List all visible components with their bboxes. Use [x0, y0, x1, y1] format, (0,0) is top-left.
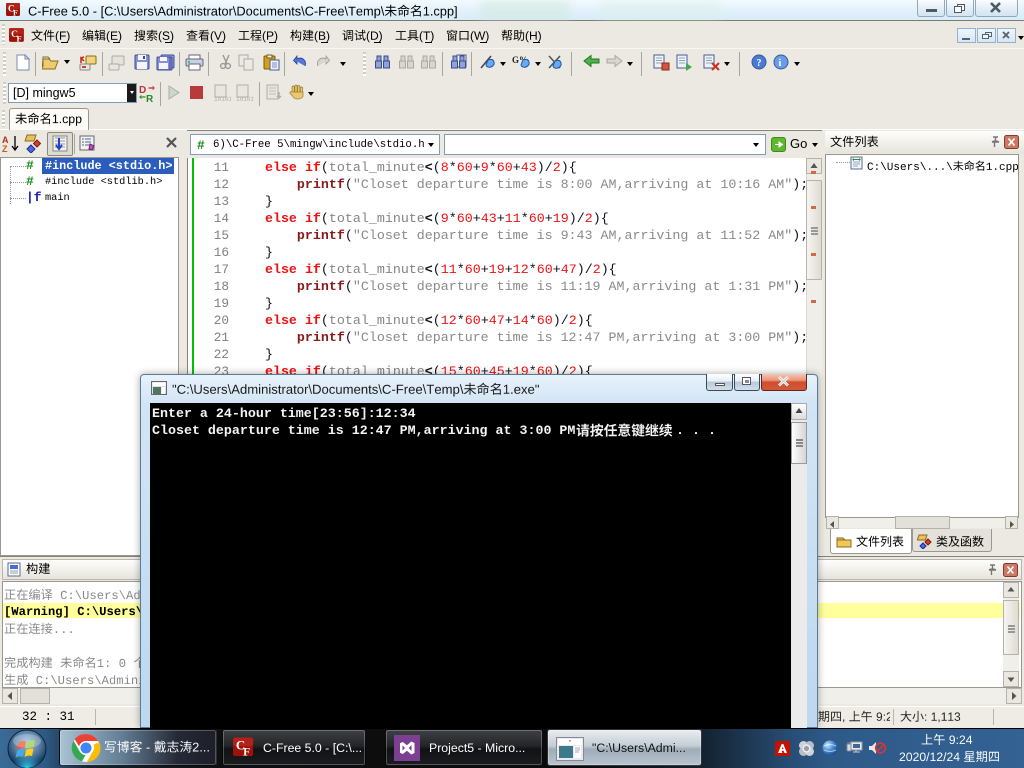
svg-text:10101: 10101: [236, 96, 253, 102]
svg-text:i: i: [779, 58, 782, 69]
svg-text:R: R: [146, 94, 154, 102]
svg-text:Z: Z: [2, 144, 8, 154]
svg-text:10101: 10101: [214, 96, 231, 102]
svg-text:?: ?: [757, 58, 762, 69]
svg-text:F: F: [243, 746, 250, 758]
svg-text:F: F: [13, 9, 18, 18]
svg-text:F: F: [16, 33, 21, 43]
